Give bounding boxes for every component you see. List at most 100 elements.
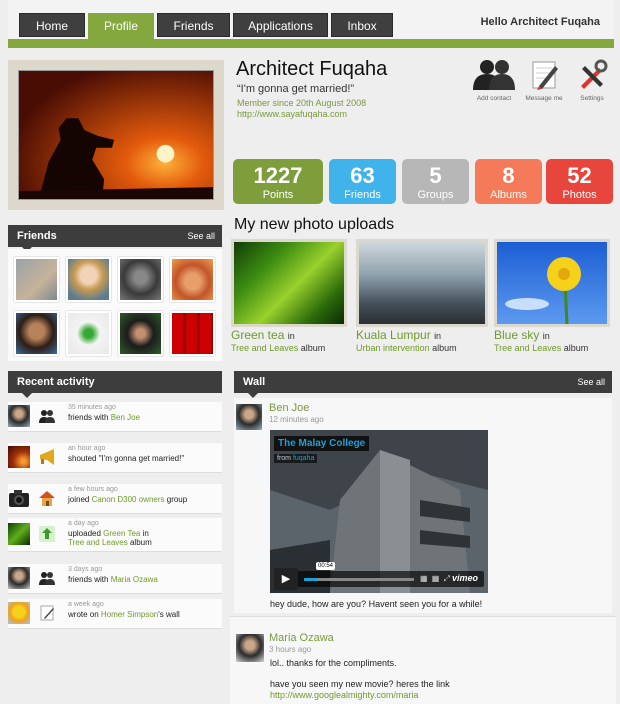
- tab-applications[interactable]: Applications: [233, 13, 328, 37]
- activity-thumbnail[interactable]: [8, 523, 30, 545]
- activity-thumbnail[interactable]: [8, 405, 30, 427]
- stat-friends[interactable]: 63 Friends: [329, 159, 396, 204]
- activity-thumbnail[interactable]: [8, 602, 30, 624]
- add-contact-button[interactable]: Add contact: [468, 58, 520, 102]
- activity-thumbnail[interactable]: [8, 446, 30, 468]
- stat-photos[interactable]: 52 Photos: [546, 159, 613, 204]
- tab-profile[interactable]: Profile: [88, 13, 154, 40]
- wall-post-author[interactable]: Maria Ozawa: [269, 632, 334, 644]
- video-from-user-link[interactable]: fuqaha: [293, 455, 314, 462]
- stat-albums[interactable]: 8 Albums: [475, 159, 542, 204]
- upload-title-link[interactable]: Green tea: [231, 328, 284, 342]
- tools-icon: [581, 59, 608, 89]
- activity-link[interactable]: Green Tea: [103, 529, 140, 538]
- add-contact-label: Add contact: [476, 95, 512, 102]
- recent-activity-header: Recent activity: [8, 371, 222, 398]
- upload-title-link[interactable]: Blue sky: [494, 328, 539, 342]
- friends-see-all-link[interactable]: See all: [187, 225, 215, 247]
- tab-inbox[interactable]: Inbox: [331, 13, 393, 37]
- stat-points[interactable]: 1227 Points: [233, 159, 323, 204]
- wall-post-author[interactable]: Ben Joe: [269, 402, 309, 414]
- activity-time: 3 days ago: [68, 566, 103, 573]
- friend-avatar[interactable]: [14, 311, 59, 356]
- stat-groups-label: Groups: [417, 189, 454, 201]
- friend-avatar[interactable]: [170, 311, 215, 356]
- wall-post-time: 12 minutes ago: [269, 415, 324, 424]
- wall-post-time: 3 hours ago: [269, 645, 312, 654]
- activity-item: a few hours ago joined Canon D300 owners…: [8, 484, 222, 514]
- friend-avatar[interactable]: [118, 257, 163, 302]
- stat-albums-value: 8: [502, 163, 515, 188]
- video-from-label: from: [277, 455, 291, 462]
- activity-link[interactable]: Ben Joe: [111, 413, 140, 422]
- activity-item: 35 minutes ago friends with Ben Joe: [8, 402, 222, 432]
- activity-link[interactable]: Maria Ozawa: [111, 575, 158, 584]
- activity-link[interactable]: Canon D300 owners: [92, 495, 165, 504]
- video-title[interactable]: The Malay College: [274, 436, 370, 451]
- video-settings-icons[interactable]: ▦ ▦ ⤢: [420, 574, 451, 584]
- vimeo-logo[interactable]: vimeo: [452, 573, 478, 583]
- upload-in-text: in: [287, 331, 295, 341]
- stat-albums-label: Albums: [490, 189, 527, 201]
- message-me-button[interactable]: Message me: [518, 58, 570, 102]
- activity-thumbnail[interactable]: [8, 567, 30, 589]
- wall-post-avatar[interactable]: [236, 404, 262, 430]
- friend-avatar[interactable]: [170, 257, 215, 302]
- tab-friends[interactable]: Friends: [157, 13, 230, 37]
- pencil-paper-icon: [40, 605, 54, 621]
- activity-link[interactable]: Homer Simpson: [101, 610, 158, 619]
- upload-thumbnail-frame[interactable]: [494, 239, 610, 327]
- profile-photo[interactable]: [18, 70, 214, 200]
- friends-grid: [8, 249, 222, 361]
- wall-section-header: Wall See all: [234, 371, 612, 398]
- wall-post-avatar[interactable]: [236, 634, 264, 662]
- uploads-section-title: My new photo uploads: [234, 216, 395, 233]
- play-icon[interactable]: ▶: [274, 568, 298, 590]
- camera-icon[interactable]: [8, 487, 30, 509]
- friend-avatar[interactable]: [118, 311, 163, 356]
- message-me-label: Message me: [525, 95, 563, 102]
- upload-thumbnail-frame[interactable]: [231, 239, 347, 327]
- friend-avatar[interactable]: [14, 257, 59, 302]
- activity-text: friends with Maria Ozawa: [68, 575, 158, 584]
- stat-groups[interactable]: 5 Groups: [402, 159, 469, 204]
- activity-time: an hour ago: [68, 445, 106, 452]
- video-progress-bar[interactable]: [304, 578, 414, 581]
- profile-status-quote: “I'm gonna get married!”: [237, 83, 355, 95]
- profile-photo-frame: [8, 60, 224, 210]
- activity-text: joined Canon D300 owners group: [68, 495, 187, 504]
- upload-album-link[interactable]: Tree and Leaves: [231, 343, 298, 353]
- upload-album-link[interactable]: Urban intervention: [356, 343, 430, 353]
- activity-text-post: group: [164, 495, 188, 504]
- friend-avatar[interactable]: [66, 257, 111, 302]
- upload-arrows-icon: [39, 526, 55, 542]
- embedded-video-player[interactable]: The Malay College from fuqaha ▶ 00:54 ▦ …: [270, 430, 488, 593]
- video-timecode: 00:54: [316, 562, 336, 570]
- stat-points-value: 1227: [253, 163, 303, 188]
- activity-item: an hour ago shouted "I'm gonna get marri…: [8, 443, 222, 473]
- activity-text: wrote on Homer Simpson's wall: [68, 610, 180, 619]
- wall-post-link[interactable]: http://www.googlealmighty.com/maria: [270, 690, 418, 700]
- people-icon: [39, 572, 55, 585]
- recent-activity-title: Recent activity: [17, 376, 95, 388]
- upload-thumbnail: [497, 242, 607, 325]
- activity-text: uploaded Green Tea in Tree and Leaves alb…: [68, 529, 152, 547]
- stat-photos-label: Photos: [562, 189, 597, 201]
- wall-see-all-link[interactable]: See all: [577, 371, 605, 393]
- tab-home[interactable]: Home: [19, 13, 85, 37]
- settings-button[interactable]: Settings: [566, 58, 618, 102]
- upload-album-link[interactable]: Tree and Leaves: [494, 343, 561, 353]
- upload-album-word: album: [432, 343, 457, 353]
- wall-post-text: have you seen my new movie? heres the li…: [270, 679, 450, 689]
- upload-thumbnail-frame[interactable]: [356, 239, 488, 327]
- stat-groups-value: 5: [429, 163, 442, 188]
- upload-title-link[interactable]: Kuala Lumpur: [356, 328, 431, 342]
- activity-album-link[interactable]: Tree and Leaves: [68, 538, 128, 547]
- activity-text-post: 's wall: [158, 610, 180, 619]
- top-navigation-bar: Home Profile Friends Applications Inbox …: [8, 0, 614, 48]
- activity-text-pre: friends with: [68, 413, 111, 422]
- profile-website-link[interactable]: http://www.sayafuqaha.com: [237, 109, 347, 119]
- profile-name: Architect Fuqaha: [236, 58, 388, 80]
- friend-avatar[interactable]: [66, 311, 111, 356]
- activity-text-post: album: [127, 538, 152, 547]
